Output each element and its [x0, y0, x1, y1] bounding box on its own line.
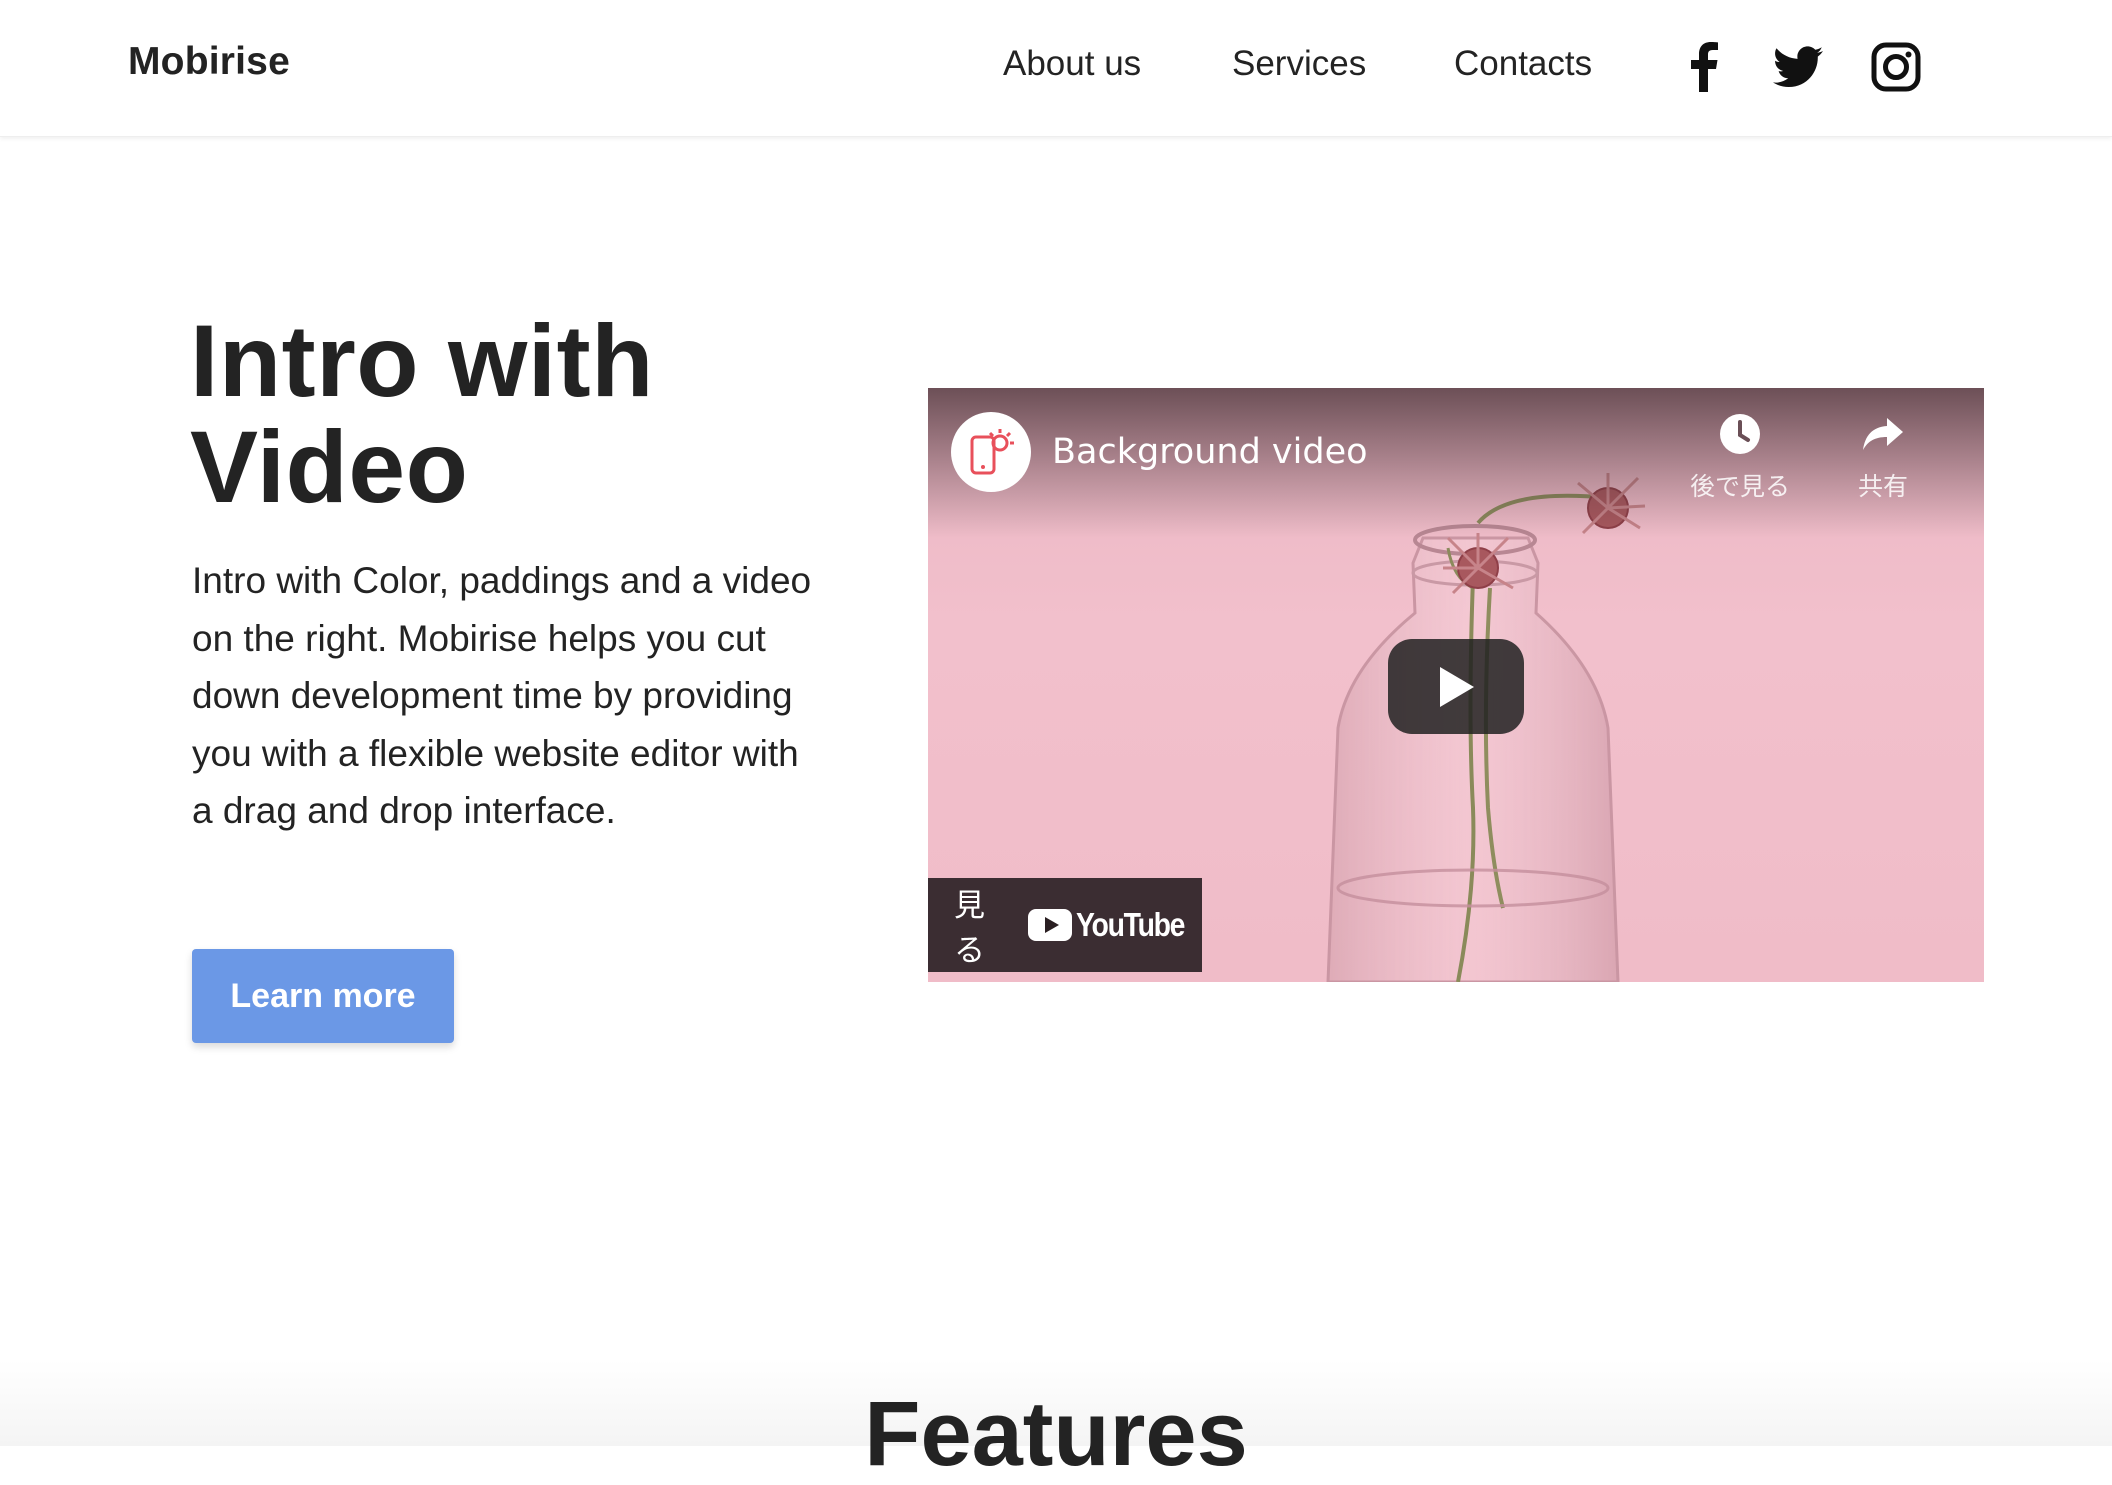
hero-title: Intro with Video	[190, 308, 890, 520]
share-label: 共有	[1857, 472, 1908, 501]
watch-later-button[interactable]: 後で見る	[1675, 412, 1805, 503]
twitter-icon[interactable]	[1772, 41, 1824, 93]
nav-link-about-us[interactable]: About us	[1003, 44, 1141, 84]
youtube-wordmark: YouTube	[1076, 906, 1185, 943]
watch-later-label: 後で見る	[1689, 472, 1790, 501]
brand-logo-text[interactable]: Mobirise	[128, 40, 290, 84]
play-button[interactable]	[1388, 639, 1524, 734]
hero-title-line1: Intro with	[190, 304, 654, 418]
video-embed[interactable]: Background video 後で見る 共有 見る YouTube	[928, 388, 1984, 982]
share-button[interactable]: 共有	[1818, 412, 1948, 503]
features-title: Features	[864, 1383, 1248, 1485]
instagram-icon[interactable]	[1870, 41, 1922, 93]
facebook-icon[interactable]	[1678, 41, 1730, 93]
learn-more-button[interactable]: Learn more	[192, 949, 454, 1043]
nav-link-services[interactable]: Services	[1232, 44, 1366, 84]
hero-title-line2: Video	[190, 410, 469, 524]
youtube-icon	[1028, 909, 1073, 941]
navbar: Mobirise About us Services Contacts	[0, 0, 2112, 137]
watch-label: 見る	[954, 888, 985, 969]
share-icon	[1863, 418, 1903, 450]
youtube-logo: YouTube	[1028, 906, 1202, 944]
hero-description: Intro with Color, paddings and a video o…	[192, 560, 812, 832]
nav-link-contacts[interactable]: Contacts	[1454, 44, 1592, 84]
channel-logo-icon[interactable]	[951, 412, 1031, 492]
video-title[interactable]: Background video	[1052, 432, 1368, 472]
play-icon	[1440, 666, 1474, 707]
watch-on-youtube-button[interactable]: 見る YouTube	[928, 878, 1202, 972]
clock-icon	[1720, 414, 1760, 454]
